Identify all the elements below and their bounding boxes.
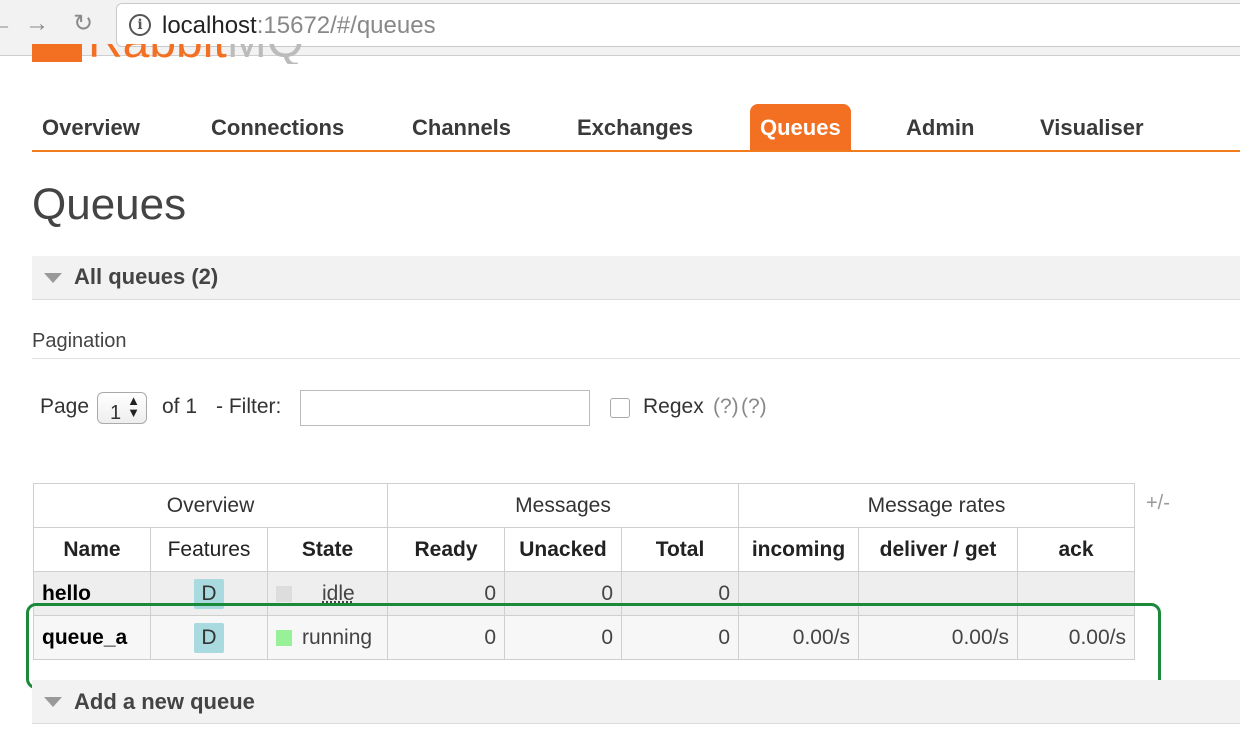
logo-mark [32,44,82,62]
regex-help-link-2[interactable]: (?) [741,395,767,419]
collapse-triangle-icon[interactable] [44,697,62,707]
page-select-value: 1 [110,402,122,424]
table-row[interactable]: queue_a D running 0 0 0 0.00/s 0.00/s 0.… [33,615,1135,660]
column-header-features: Features [150,527,268,572]
ack-cell: 0.00/s [1017,615,1135,660]
pagination-title: Pagination [32,330,1240,359]
all-queues-header[interactable]: All queues (2) [74,264,218,290]
group-header-messages: Messages [387,483,739,528]
of-pages-label: of 1 [162,395,198,418]
page-select[interactable]: 1 ▲ ▼ [97,392,147,424]
queues-table: Overview Messages Message rates Name Fea… [33,483,1135,660]
unacked-cell: 0 [504,615,622,660]
column-header-state[interactable]: State [267,527,388,572]
column-header-ack[interactable]: ack [1017,527,1135,572]
tab-admin[interactable]: Admin [896,104,984,150]
ready-cell: 0 [387,615,505,660]
total-cell: 0 [621,571,739,616]
state-indicator-icon [276,629,292,646]
state-label: running [302,625,373,649]
features-cell: D [150,615,268,660]
tab-connections[interactable]: Connections [201,104,354,150]
state-cell: idle [267,571,388,616]
url-text[interactable]: localhost:15672/#/queues [162,12,436,40]
durable-badge: D [194,622,224,653]
ready-cell: 0 [387,571,505,616]
all-queues-section-toggle[interactable]: All queues (2) [32,256,1240,300]
collapse-triangle-icon[interactable] [44,273,62,283]
group-header-message-rates: Message rates [738,483,1135,528]
ack-cell [1017,571,1135,616]
group-header-overview: Overview [33,483,388,528]
rabbitmq-logo: RabbitMQ [32,44,392,64]
tab-queues[interactable]: Queues [750,104,851,150]
select-arrows-icon: ▲ ▼ [127,393,140,420]
add-queue-header[interactable]: Add a new queue [74,689,255,715]
queue-name-link[interactable]: hello [33,571,151,616]
durable-badge: D [194,578,224,609]
main-tabs: Overview Connections Channels Exchanges … [32,104,1240,152]
table-row[interactable]: hello D idle 0 0 0 [33,571,1135,616]
incoming-cell [738,571,859,616]
address-bar[interactable]: i localhost:15672/#/queues [116,3,1240,47]
column-header-deliver-get[interactable]: deliver / get [858,527,1018,572]
unacked-cell: 0 [504,571,622,616]
reload-icon[interactable]: ↻ [68,9,98,39]
deliver-get-cell [858,571,1018,616]
filter-label: - Filter: [216,395,282,418]
column-header-unacked[interactable]: Unacked [504,527,622,572]
regex-checkbox[interactable] [610,398,630,418]
features-cell: D [150,571,268,616]
column-header-name[interactable]: Name [33,527,151,572]
state-cell: running [267,615,388,660]
back-icon[interactable]: ← [0,9,16,39]
incoming-cell: 0.00/s [738,615,859,660]
tab-visualiser[interactable]: Visualiser [1030,104,1154,150]
queue-name-link[interactable]: queue_a [33,615,151,660]
column-header-ready[interactable]: Ready [387,527,505,572]
logo-text: RabbitMQ [88,44,304,64]
column-header-incoming[interactable]: incoming [738,527,859,572]
tab-exchanges[interactable]: Exchanges [567,104,703,150]
filter-input[interactable] [300,390,590,426]
regex-label: Regex [643,395,704,418]
page-label: Page [40,395,90,418]
tab-channels[interactable]: Channels [402,104,521,150]
regex-help-link-1[interactable]: (?) [713,395,739,419]
total-cell: 0 [621,615,739,660]
tab-overview[interactable]: Overview [32,104,150,150]
forward-icon[interactable]: → [22,9,52,39]
page-title: Queues [32,180,187,229]
state-label: idle [322,581,355,605]
column-toggle-link[interactable]: +/- [1146,492,1170,515]
state-indicator-icon [276,585,292,602]
add-queue-section-toggle[interactable]: Add a new queue [32,680,1240,724]
deliver-get-cell: 0.00/s [858,615,1018,660]
column-header-total[interactable]: Total [621,527,739,572]
info-icon[interactable]: i [129,14,151,36]
